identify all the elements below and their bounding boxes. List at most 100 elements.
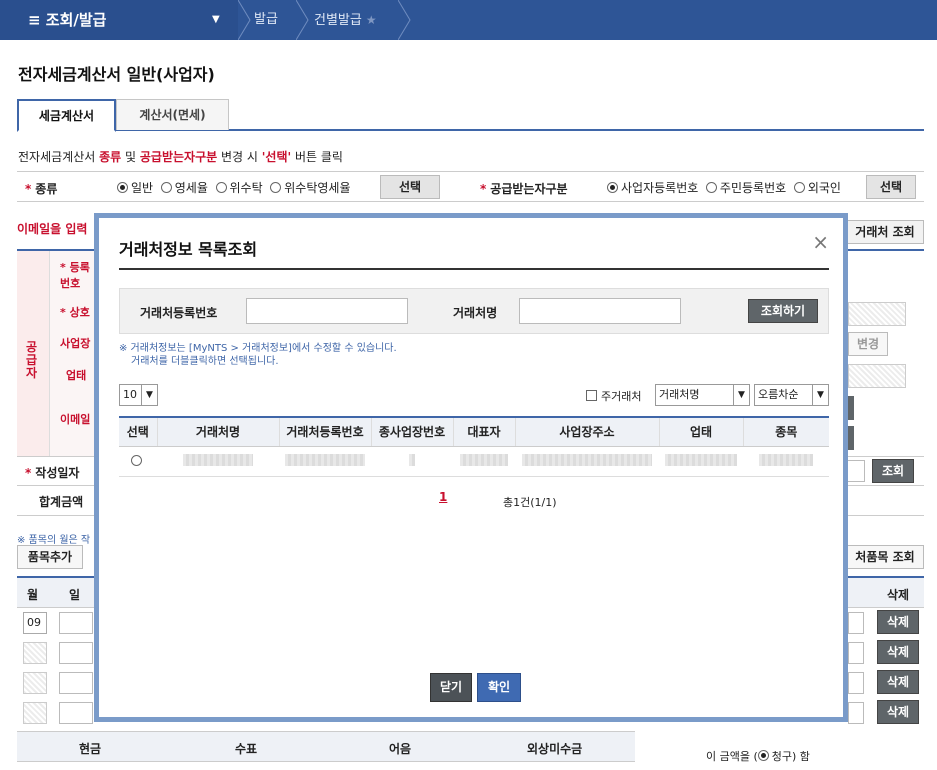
item-day-input[interactable] [59,612,93,634]
type-option-consign[interactable]: 위수탁 [215,181,263,195]
invoice-tabs: 세금계산서 계산서(면세) [17,99,924,132]
tab-tax-invoice[interactable]: 세금계산서 [17,99,116,132]
partner-list-modal: 거래처정보 목록조회 × 거래처등록번호 거래처명 조회하기 ※ 거래처정보는 … [94,213,848,722]
supplier-side-labels: * 등록번호 * 상호 사업장 업태 이메일 [50,251,94,456]
search-reg-input[interactable] [246,298,408,324]
confirm-button[interactable]: 확인 [477,673,521,702]
claim-text: 이 금액을 (청구) 함 [706,750,810,763]
type-select-button[interactable]: 선택 [380,175,440,199]
redacted-cell [515,446,659,477]
search-panel: 거래처등록번호 거래처명 조회하기 [119,288,829,334]
payment-bill: 어음 [389,742,412,756]
delete-row-button[interactable]: 삭제 [877,610,919,634]
breadcrumb-single-issue-label: 건별발급 [314,13,362,28]
total-count: 총1건(1/1) [503,496,557,509]
payment-check: 수표 [235,742,258,756]
col-branch-number: 종사업장번호 [371,416,454,447]
page-title: 전자세금계산서 일반(사업자) [18,65,215,84]
type-radio-group: 일반 영세율 위수탁 위수탁영세율 [117,179,351,196]
breadcrumb-single-issue[interactable]: 건별발급 ★ [314,0,377,40]
breadcrumb-separator-icon [296,0,309,40]
modal-title-divider [119,268,829,270]
col-business-item: 종목 [743,416,829,447]
receiver-radio-group: 사업자등록번호 주민등록번호 외국인 [607,179,841,196]
col-reg-number: 거래처등록번호 [279,416,372,447]
item-month-input-disabled [23,702,47,724]
page-size-select[interactable]: 10 ▼ [119,384,158,406]
receiver-select-button[interactable]: 선택 [866,175,916,199]
notice-highlight-select: '선택' [261,150,292,164]
email-button-edge[interactable] [848,426,854,450]
table-row[interactable] [119,446,829,477]
total-label: 합계금액 [39,495,84,509]
business-readonly-field [848,364,906,388]
hint-line-2: 거래처를 더블클릭하면 선택됩니다. [131,356,279,367]
main-partner-checkbox[interactable]: 주거래처 [586,388,641,404]
item-month-input[interactable]: 09 [23,612,47,634]
partner-item-lookup-button[interactable]: 처품목 조회 [846,545,924,569]
add-item-button[interactable]: 품목추가 [17,545,83,569]
type-option-general[interactable]: 일반 [117,181,153,195]
delete-row-button[interactable]: 삭제 [877,670,919,694]
search-button[interactable]: 조회하기 [748,299,818,323]
item-amount-edge[interactable] [848,672,864,694]
type-option-consign-zero[interactable]: 위수탁영세율 [270,181,351,195]
item-amount-edge[interactable] [848,612,864,634]
notice-highlight-receiver: 공급받는자구분 [139,150,218,164]
sort-order-select[interactable]: 오름차순 ▼ [754,384,829,406]
supplier-vertical-label-cell: 공급자 [17,251,50,456]
email-button-edge[interactable] [848,396,854,420]
col-representative: 대표자 [453,416,516,447]
date-input-edge[interactable] [847,460,865,482]
change-button[interactable]: 변경 [848,332,888,356]
receiver-option-foreigner[interactable]: 외국인 [793,181,841,195]
breadcrumb-issue[interactable]: 발급 [254,0,278,40]
item-day-input[interactable] [59,642,93,664]
supplier-readonly-field [848,302,906,326]
item-day-input[interactable] [59,672,93,694]
close-button[interactable]: 닫기 [430,673,472,702]
redacted-cell [157,446,279,477]
payment-receivable: 외상미수금 [527,742,583,756]
item-month-input-disabled [23,642,47,664]
breadcrumb-separator-icon [398,0,411,40]
write-date-label: * 작성일자 [25,466,80,480]
side-label-name: * 상호 [60,306,90,319]
item-amount-edge[interactable] [848,702,864,724]
page-number-link[interactable]: 1 [439,490,447,504]
partner-lookup-button[interactable]: 거래처 조회 [846,220,924,244]
type-option-zero-rate[interactable]: 영세율 [160,181,208,195]
tab-invoice-exempt[interactable]: 계산서(면세) [116,99,229,130]
side-label-address: 사업장 [60,337,91,350]
col-delete: 삭제 [887,588,910,602]
chevron-down-icon: ▼ [141,385,157,405]
close-icon[interactable]: × [812,230,829,254]
chevron-down-icon: ▼ [733,385,749,405]
hint-line-1: ※ 거래처정보는 [MyNTS > 거래처정보]에서 수정할 수 있습니다. [119,343,397,354]
redacted-cell [279,446,371,477]
claim-radio[interactable]: 청구 [757,750,792,763]
modal-title: 거래처정보 목록조회 [119,240,258,259]
sort-field-select[interactable]: 거래처명 ▼ [655,384,750,406]
item-month-input-disabled [23,672,47,694]
main-menu-button[interactable]: ≡ 조회/발급 ▼ [0,0,238,40]
payment-header-row: 현금 수표 어음 외상미수금 [17,731,635,762]
date-lookup-button[interactable]: 조회 [872,459,914,483]
search-name-input[interactable] [519,298,681,324]
row-select-radio[interactable] [119,446,157,477]
favorite-star-icon[interactable]: ★ [366,13,377,27]
notice-text: 전자세금계산서 [18,150,100,164]
receiver-option-biz[interactable]: 사업자등록번호 [607,181,698,195]
col-partner-name: 거래처명 [157,416,280,447]
notice-text: 변경 시 [217,150,262,164]
col-day: 일 [69,588,81,602]
notice-text: 및 [121,150,140,164]
type-row: * 종류 일반 영세율 위수탁 위수탁영세율 선택 * 공급받는자구분 사업자등록번… [17,171,924,202]
delete-row-button[interactable]: 삭제 [877,640,919,664]
receiver-label: * 공급받는자구분 [480,182,568,196]
receiver-option-resident[interactable]: 주민등록번호 [705,181,786,195]
item-amount-edge[interactable] [848,642,864,664]
delete-row-button[interactable]: 삭제 [877,700,919,724]
redacted-cell [453,446,515,477]
item-day-input[interactable] [59,702,93,724]
